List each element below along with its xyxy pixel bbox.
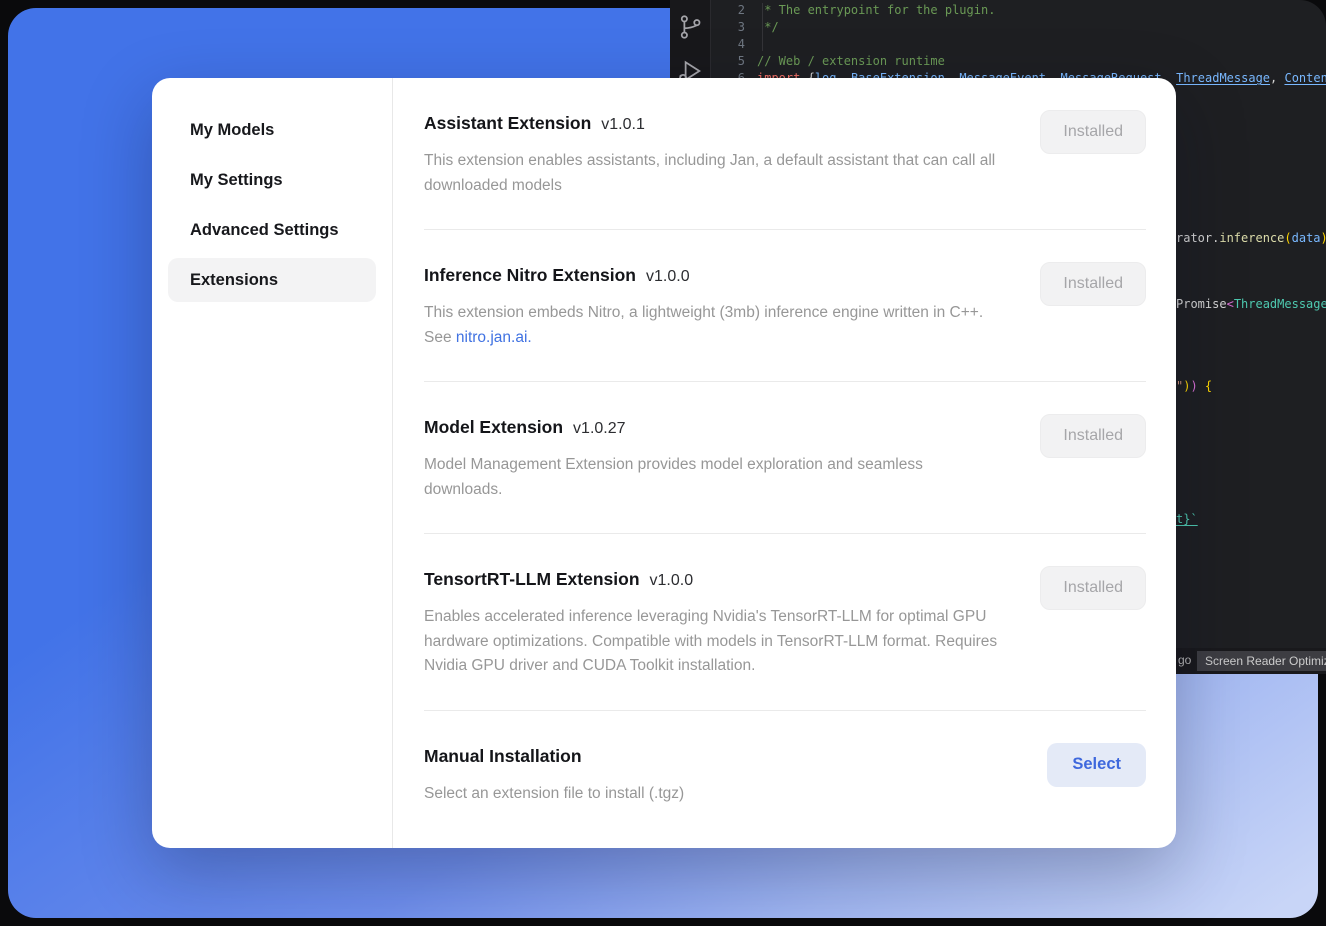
installed-button[interactable]: Installed [1040,566,1146,610]
sidebar-item-extensions[interactable]: Extensions [168,258,376,302]
extension-version: v1.0.0 [650,572,694,589]
line-number: 2 [711,2,745,19]
screen-reader-status-item[interactable]: Screen Reader Optimiz [1197,651,1326,671]
extensions-panel: Assistant Extension v1.0.1 This extension… [393,78,1176,848]
line-number: 3 [711,19,745,36]
code-line: 2 * The entrypoint for the plugin. [711,2,1326,19]
status-bar-text: go [1178,653,1191,667]
extension-title: TensortRT-LLM Extension [424,569,640,589]
code-text: // Web / extension runtime [757,53,945,70]
extension-info: Assistant Extension v1.0.1 This extension… [424,112,1004,198]
sidebar-item-my-settings[interactable]: My Settings [168,158,376,202]
extension-description: Model Management Extension provides mode… [424,453,1004,502]
code-fragment: rator.inference(data)); [1176,231,1326,246]
installed-button[interactable]: Installed [1040,414,1146,458]
extension-version: v1.0.0 [646,268,690,285]
manual-installation-title: Manual Installation [424,746,582,766]
manual-installation-row: Manual Installation Select an extension … [424,711,1146,838]
code-text: */ [757,19,779,36]
sidebar-item-my-models[interactable]: My Models [168,108,376,152]
extension-title: Inference Nitro Extension [424,265,636,285]
extension-row: TensortRT-LLM Extension v1.0.0 Enables ac… [424,534,1146,711]
manual-installation-info: Manual Installation Select an extension … [424,745,684,807]
line-number: 4 [711,36,745,53]
extension-description: This extension embeds Nitro, a lightweig… [424,301,1004,350]
extension-title: Model Extension [424,417,563,437]
extension-row: Model Extension v1.0.27 Model Management … [424,382,1146,534]
installed-button[interactable]: Installed [1040,110,1146,154]
settings-sidebar: My Models My Settings Advanced Settings … [152,78,393,848]
code-area: 2 * The entrypoint for the plugin. 3 */ … [711,2,1326,87]
code-line: 3 */ [711,19,1326,36]
sidebar-item-advanced-settings[interactable]: Advanced Settings [168,208,376,252]
extension-info: TensortRT-LLM Extension v1.0.0 Enables ac… [424,568,1004,679]
extension-info: Inference Nitro Extension v1.0.0 This ext… [424,264,1004,350]
manual-installation-description: Select an extension file to install (.tg… [424,782,684,807]
extension-title: Assistant Extension [424,113,591,133]
extension-version: v1.0.1 [601,116,645,133]
code-fragment: Promise<ThreadMessage> [1176,297,1326,312]
extension-info: Model Extension v1.0.27 Model Management … [424,416,1004,502]
installed-button[interactable]: Installed [1040,262,1146,306]
extension-description: This extension enables assistants, inclu… [424,149,1004,198]
extension-version: v1.0.27 [573,420,625,437]
source-control-icon[interactable] [675,12,705,42]
code-line: 5 // Web / extension runtime [711,53,1326,70]
code-fragment: ")) { [1176,379,1212,394]
select-file-button[interactable]: Select [1047,743,1146,787]
extension-row: Inference Nitro Extension v1.0.0 This ext… [424,230,1146,382]
extension-row: Assistant Extension v1.0.1 This extension… [424,78,1146,230]
code-text: * The entrypoint for the plugin. [757,2,995,19]
code-line: 4 [711,36,1326,53]
nitro-jan-ai-link[interactable]: nitro.jan.ai. [456,329,532,346]
line-number: 5 [711,53,745,70]
settings-modal: My Models My Settings Advanced Settings … [152,78,1176,848]
code-fragment: t}` [1176,512,1198,527]
extension-description: Enables accelerated inference leveraging… [424,605,1004,679]
